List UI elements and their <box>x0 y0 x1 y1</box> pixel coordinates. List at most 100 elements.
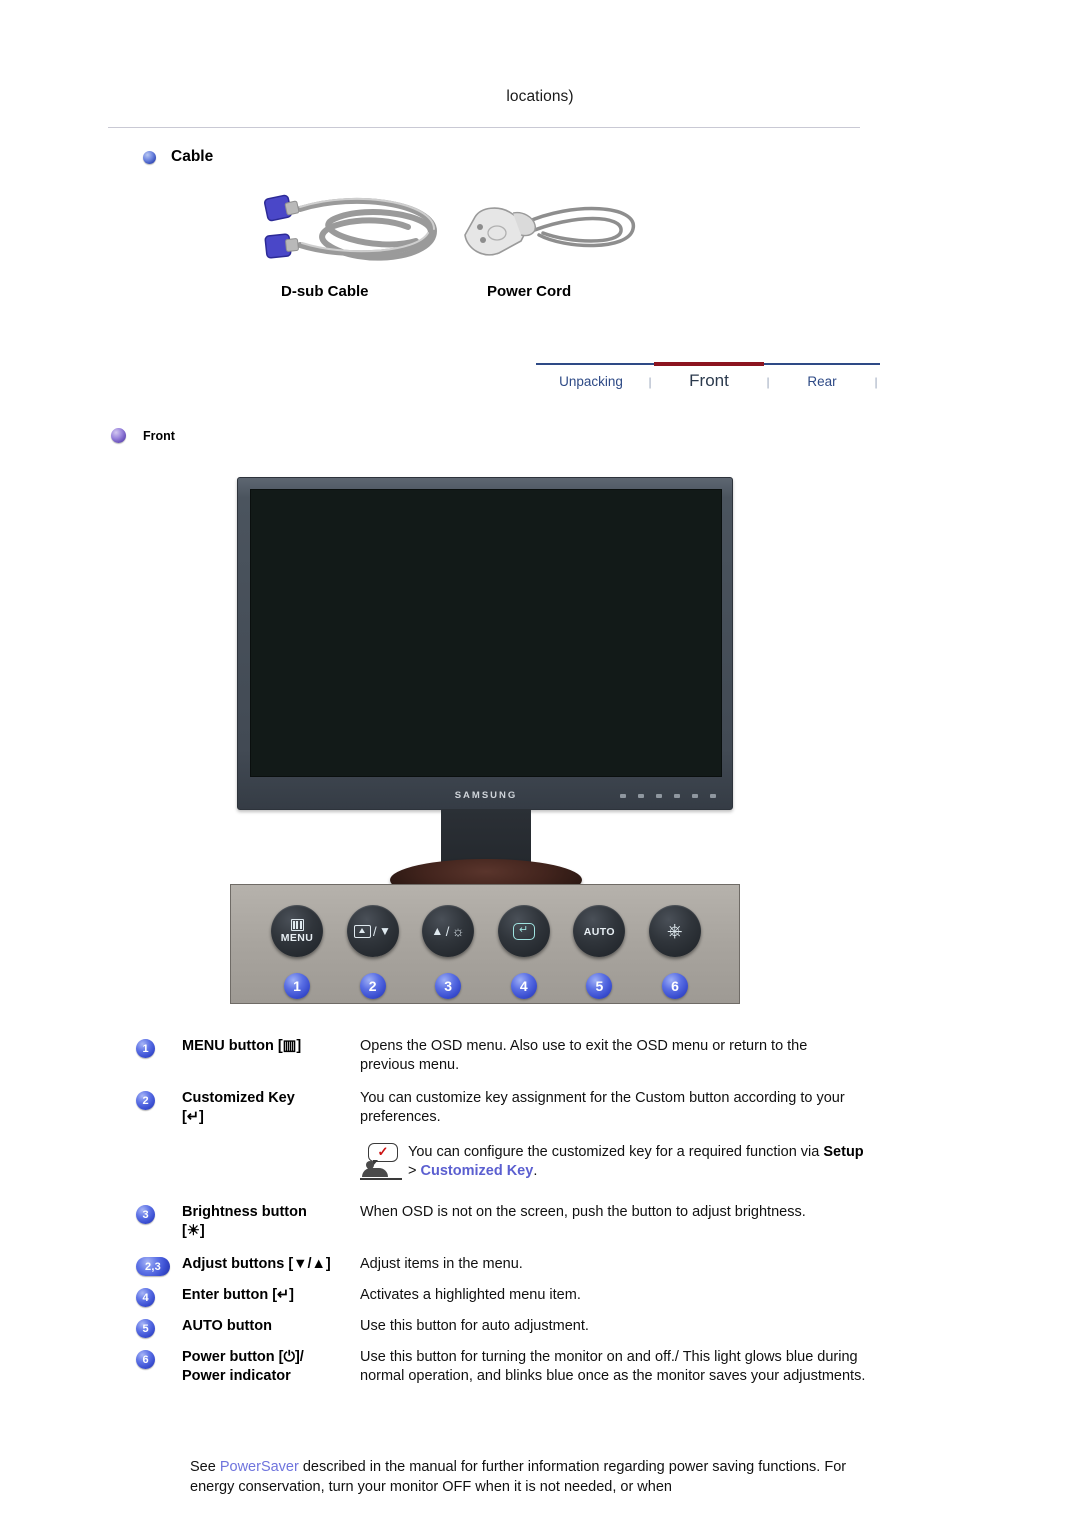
menu-bars-icon <box>290 918 304 931</box>
note-keyword-setup: Setup <box>823 1144 864 1160</box>
tabbar-active-indicator <box>654 362 764 366</box>
menu-button-label: MENU <box>280 931 314 944</box>
panel-badge-4: 4 <box>510 973 537 999</box>
section-title-front: Front <box>143 428 175 443</box>
note-text: You can configure the customized key for… <box>408 1143 866 1181</box>
note-keyword-customized-key[interactable]: Customized Key <box>421 1163 534 1179</box>
blue-sphere-bullet-icon <box>143 150 156 164</box>
description-badge-col: 2 <box>136 1089 182 1110</box>
description-badge-col: 2,3 <box>136 1255 182 1276</box>
bezel-key-icon <box>692 794 698 798</box>
tab-separator: | <box>766 375 770 389</box>
up-brightness-icon: ▲ / ☼ <box>431 923 465 939</box>
monitor-bezel: SAMSUNG <box>237 477 733 810</box>
button-description-list: 1 MENU button [▥] Opens the OSD menu. Al… <box>136 1037 866 1400</box>
enter-button[interactable]: ↵ <box>497 905 550 957</box>
person-with-check-bubble-icon: ✓ <box>360 1143 408 1185</box>
note-text-after: . <box>533 1163 538 1179</box>
description-label: Enter button [↵] <box>182 1287 295 1303</box>
description-text: Opens the OSD menu. Also use to exit the… <box>360 1038 808 1073</box>
tab-separator: | <box>874 375 878 389</box>
description-text: When OSD is not on the screen, push the … <box>360 1204 806 1220</box>
dsub-cable-image <box>263 194 438 261</box>
control-panel-number-badges: 1 2 3 4 5 6 <box>271 973 701 999</box>
section-heading-front: Front <box>111 428 175 443</box>
description-label: Brightness button [☀] <box>182 1203 360 1241</box>
description-label-line1: Brightness button <box>182 1204 307 1220</box>
section-tabbar: Unpacking | Front | Rear | <box>536 362 880 399</box>
description-label-line2: [☀] <box>182 1223 205 1239</box>
note-callout: ✓ You can configure the customized key f… <box>360 1143 866 1185</box>
description-label: Power button [⏻]/ Power indicator <box>182 1348 360 1386</box>
description-badge-col: 5 <box>136 1317 182 1338</box>
description-label-line2: Power indicator <box>182 1368 291 1384</box>
description-badge-col: 4 <box>136 1286 182 1307</box>
description-label-line1: Customized Key <box>182 1090 295 1106</box>
monitor-bezel-keys <box>620 794 716 798</box>
bezel-key-icon <box>638 794 644 798</box>
panel-badge-6: 6 <box>661 973 688 999</box>
description-label-line1: Power button [⏻]/ <box>182 1349 304 1365</box>
power-icon: ⎈ <box>667 920 683 942</box>
description-text: Use this button for turning the monitor … <box>360 1349 866 1384</box>
section-title-cable: Cable <box>171 148 214 165</box>
description-label: MENU button [▥] <box>182 1038 302 1054</box>
description-badge-col: 1 <box>136 1037 182 1058</box>
auto-button[interactable]: AUTO <box>573 905 626 957</box>
description-text: Adjust items in the menu. <box>360 1256 523 1272</box>
customized-key-button[interactable]: / ▼ <box>346 905 399 957</box>
description-row: 4 Enter button [↵] Activates a highlight… <box>136 1286 866 1307</box>
description-row: 1 MENU button [▥] Opens the OSD menu. Al… <box>136 1037 866 1075</box>
bezel-key-icon <box>710 794 716 798</box>
footnote-text-before: See <box>190 1459 220 1475</box>
list-badge: 6 <box>136 1350 155 1369</box>
bezel-key-icon <box>620 794 626 798</box>
brightness-button[interactable]: ▲ / ☼ <box>422 905 475 957</box>
description-label: Adjust buttons [▼/▲] <box>182 1256 331 1272</box>
description-label: AUTO button <box>182 1318 272 1334</box>
control-panel-buttons: MENU / ▼ ▲ / ☼ ↵ AUTO ⎈ <box>271 905 701 957</box>
description-text: Activates a highlighted menu item. <box>360 1287 581 1303</box>
note-text-before: You can configure the customized key for… <box>408 1144 824 1160</box>
list-badge: 5 <box>136 1319 155 1338</box>
description-row: 5 AUTO button Use this button for auto a… <box>136 1317 866 1338</box>
description-row: 2 Customized Key [↵] You can customize k… <box>136 1089 866 1127</box>
auto-button-label: AUTO <box>583 925 615 938</box>
powersaver-footnote: See PowerSaver described in the manual f… <box>190 1457 870 1497</box>
description-row: 2,3 Adjust buttons [▼/▲] Adjust items in… <box>136 1255 866 1276</box>
power-button[interactable]: ⎈ <box>648 905 701 957</box>
description-text: Use this button for auto adjustment. <box>360 1318 589 1334</box>
panel-badge-2: 2 <box>359 973 386 999</box>
enter-icon: ↵ <box>512 922 535 940</box>
tab-unpacking[interactable]: Unpacking <box>536 374 646 389</box>
panel-badge-1: 1 <box>284 973 310 999</box>
tab-separator: | <box>648 375 652 389</box>
menu-button[interactable]: MENU <box>271 905 323 957</box>
description-badge-col: 3 <box>136 1203 182 1224</box>
tab-front[interactable]: Front <box>654 371 764 391</box>
list-badge: 3 <box>136 1205 155 1224</box>
header-divider <box>108 127 860 128</box>
list-badge: 2,3 <box>136 1257 170 1276</box>
violet-sphere-bullet-icon <box>111 428 126 443</box>
source-down-icon: / ▼ <box>353 924 391 938</box>
list-badge: 4 <box>136 1288 155 1307</box>
page-continued-text: locations) <box>506 88 574 105</box>
caption-power-cord: Power Cord <box>487 283 572 300</box>
note-separator: > <box>408 1163 421 1179</box>
desk-line-shape <box>360 1178 402 1180</box>
description-row: 6 Power button [⏻]/ Power indicator Use … <box>136 1348 866 1386</box>
check-bubble-icon: ✓ <box>368 1143 398 1166</box>
monitor-front-image: SAMSUNG <box>237 477 737 901</box>
section-heading-cable: Cable <box>143 148 213 166</box>
bezel-key-icon <box>656 794 662 798</box>
powersaver-link[interactable]: PowerSaver <box>220 1459 299 1475</box>
panel-badge-5: 5 <box>586 973 613 999</box>
panel-badge-3: 3 <box>435 973 462 999</box>
tab-rear[interactable]: Rear <box>772 374 872 389</box>
description-row: 3 Brightness button [☀] When OSD is not … <box>136 1203 866 1241</box>
caption-dsub-cable: D-sub Cable <box>281 283 369 300</box>
description-badge-col: 6 <box>136 1348 182 1369</box>
bezel-key-icon <box>674 794 680 798</box>
monitor-screen <box>250 489 722 777</box>
